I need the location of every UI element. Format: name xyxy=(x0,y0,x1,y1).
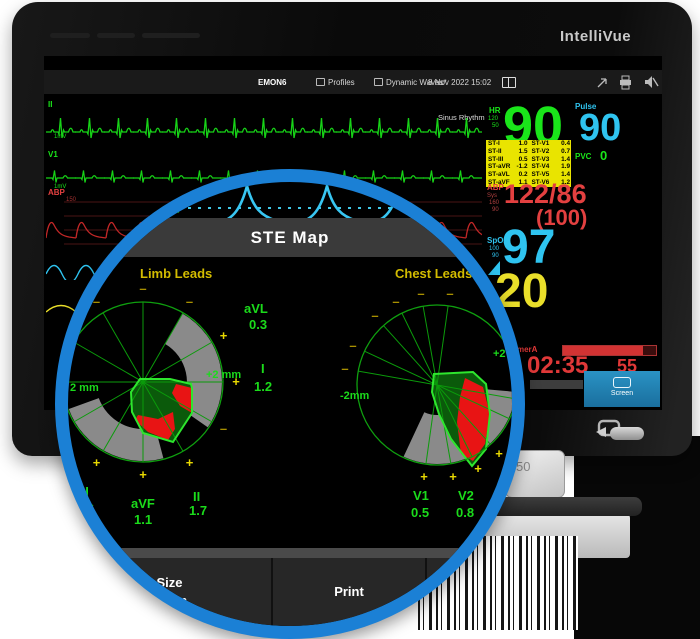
svg-text:–: – xyxy=(186,294,193,309)
lead-v1-value: 0.5 xyxy=(411,505,429,520)
speaker-vent xyxy=(142,33,200,38)
svg-text:+: + xyxy=(449,469,457,484)
speaker-vent xyxy=(97,33,135,38)
svg-text:+: + xyxy=(93,455,101,470)
svg-text:+: + xyxy=(474,461,482,476)
limb-scale-neg: 2 mm xyxy=(70,382,99,394)
table-row: ST-aVL0.2ST-V51.4 xyxy=(486,171,571,179)
lead-ii-name: II xyxy=(193,489,200,504)
svg-text:–: – xyxy=(341,361,348,376)
table-row: ST-I1.0ST-V10.4 xyxy=(486,140,571,148)
svg-text:+: + xyxy=(139,467,147,482)
svg-text:–: – xyxy=(417,286,424,301)
lead-avf-value: 1.1 xyxy=(134,512,152,527)
timer-value: 02:35 xyxy=(527,356,588,376)
lead-v1-name: V1 xyxy=(413,488,429,503)
svg-text:–: – xyxy=(446,286,453,301)
chest-scale-pos: +2 mm xyxy=(493,348,512,360)
hr-label: HR xyxy=(489,106,501,115)
svg-text:–: – xyxy=(93,294,100,309)
ste-map-plots: Limb Leads + + + + + + xyxy=(68,257,512,548)
pvc-value: 0 xyxy=(600,150,607,161)
ecg-wave-ii xyxy=(46,98,482,150)
bed-label[interactable]: EMON6 xyxy=(258,78,286,87)
screen-key-icon xyxy=(613,377,631,388)
datetime-label: 8 Nov 2022 15:02 xyxy=(428,78,491,87)
abp-value: 122/86 xyxy=(504,183,587,206)
hr-limit-high: 120 xyxy=(488,116,498,122)
chest-leads-title: Chest Leads xyxy=(395,266,472,281)
main-menu-bar: EMON6 Profiles Dynamic Waves* 8 Nov 2022… xyxy=(44,70,662,94)
page-title: STE Map xyxy=(251,228,330,248)
lead-iii-value: 0.6 xyxy=(76,501,94,516)
lead-i-name: I xyxy=(261,361,265,376)
pulse-value: 90 xyxy=(579,112,621,144)
printer-icon[interactable] xyxy=(618,75,633,90)
profiles-icon xyxy=(316,78,325,86)
lead-v2-value: 0.8 xyxy=(456,505,474,520)
svg-text:+: + xyxy=(220,328,228,343)
lead-avf-name: aVF xyxy=(131,496,155,511)
softkey-row: Size Down Print xyxy=(68,558,512,626)
svg-text:+: + xyxy=(495,446,503,461)
softkey-placeholder xyxy=(530,380,583,389)
dynamic-waves-icon xyxy=(374,78,383,86)
print-button[interactable]: Print xyxy=(273,558,425,626)
table-row: ST-II1.5ST-V20.7 xyxy=(486,148,571,156)
limb-scale-pos: +2 mm xyxy=(206,369,241,381)
table-row: ST-III0.5ST-V31.4 xyxy=(486,156,571,164)
scene: IntelliVue EMON6 Profiles Dynamic Waves*… xyxy=(0,0,700,639)
lead-avl-name: aVL xyxy=(244,301,268,316)
svg-text:–: – xyxy=(139,281,146,296)
lead-avl-value: 0.3 xyxy=(249,317,267,332)
chest-scale-neg: -2mm xyxy=(340,390,370,402)
brand-logo: IntelliVue xyxy=(560,28,631,45)
network-icon xyxy=(595,76,609,90)
limb-leads-title: Limb Leads xyxy=(140,266,212,281)
softkey-empty xyxy=(427,558,512,626)
magnifier-circle: STE Map Limb Leads xyxy=(55,169,525,639)
svg-text:–: – xyxy=(371,308,378,323)
speaker-vent xyxy=(50,33,90,38)
lead-v2-name: V2 xyxy=(458,488,474,503)
profiles-menu[interactable]: Profiles xyxy=(316,78,355,87)
pvc-label: PVC xyxy=(575,152,591,161)
svg-text:+: + xyxy=(420,469,428,484)
clamp-handle xyxy=(492,497,642,516)
magnified-ecg-sliver xyxy=(83,200,179,214)
lead-iii-name: III xyxy=(78,484,89,499)
svg-text:–: – xyxy=(349,338,356,353)
ste-map-title-bar: STE Map xyxy=(68,218,512,257)
alarm-silence-icon[interactable] xyxy=(643,75,659,89)
lead-i-value: 1.2 xyxy=(254,379,272,394)
table-row: ST-aVR-1.2ST-V41.9 xyxy=(486,163,571,171)
svg-text:–: – xyxy=(220,421,227,436)
svg-text:+: + xyxy=(186,455,194,470)
clamp-knob xyxy=(610,427,644,440)
svg-text:–: – xyxy=(392,294,399,309)
lead-ii-value: 1.7 xyxy=(189,503,207,518)
size-down-button[interactable]: Size Down xyxy=(68,558,271,626)
window-divider xyxy=(68,548,512,558)
hr-limit-low: 50 xyxy=(492,123,499,129)
bed-icon[interactable] xyxy=(502,77,516,88)
screen-key-button[interactable]: Screen xyxy=(584,371,660,407)
